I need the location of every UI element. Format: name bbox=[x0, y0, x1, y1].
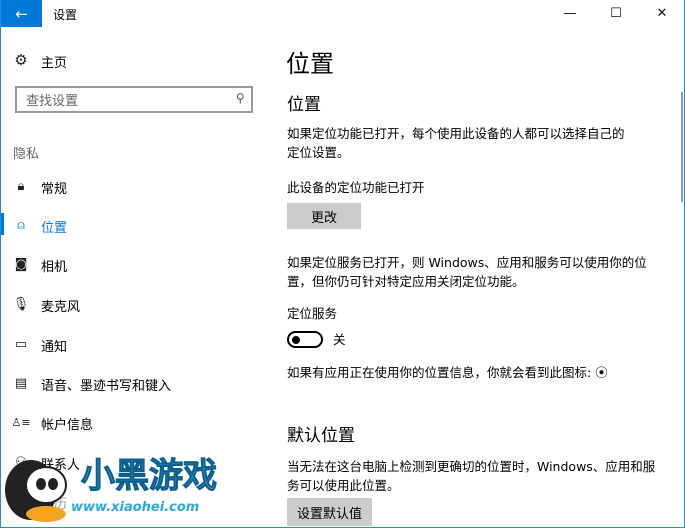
search-icon: ⚲ bbox=[236, 91, 245, 105]
sidebar-item-microphone[interactable]: 麦克风 bbox=[41, 296, 80, 315]
speech-icon: ▤ bbox=[14, 375, 28, 391]
location-service-toggle[interactable] bbox=[287, 331, 323, 348]
icon-hint-text: 如果有应用正在使用你的位置信息，你就会看到此图标: bbox=[287, 365, 592, 380]
toggle-state: 关 bbox=[333, 332, 346, 347]
sidebar-item-notifications[interactable]: 通知 bbox=[41, 336, 67, 355]
location-description: 如果定位功能已打开，每个使用此设备的人都可以选择自己的定位设置。 bbox=[287, 126, 625, 160]
settings-window: ← 设置 — ☐ ✕ ⚙ 主页 查找设置 ⚲ 隐私 🔒︎ 常规 ⍝ 位置 ◙ 相机… bbox=[0, 0, 685, 528]
microphone-icon: 🎙︎ bbox=[12, 296, 30, 312]
section-title-default-location: 默认位置 bbox=[287, 426, 355, 446]
notification-icon: ▭ bbox=[14, 336, 28, 352]
default-location-description: 当无法在这台电脑上检测到更确切的位置时，Windows、应用和服务可以使用此位置… bbox=[287, 459, 656, 493]
sidebar-item-camera[interactable]: 相机 bbox=[41, 256, 67, 275]
back-button[interactable]: ← bbox=[1, 0, 42, 27]
section-title-location: 位置 bbox=[287, 95, 321, 115]
account-info-icon: ♙≡ bbox=[11, 415, 31, 429]
location-icon: ⍝ bbox=[17, 217, 25, 233]
device-location-status: 此设备的定位功能已打开 bbox=[287, 180, 425, 195]
selection-indicator bbox=[1, 213, 4, 235]
gear-icon: ⚙ bbox=[14, 51, 28, 69]
sidebar-item-general[interactable]: 常规 bbox=[41, 178, 67, 197]
close-button[interactable]: ✕ bbox=[639, 0, 684, 27]
watermark-url: www.xiaohei.com bbox=[71, 500, 200, 515]
page-title: 位置 bbox=[286, 50, 334, 78]
sidebar-item-speech[interactable]: 语音、墨迹书写和键入 bbox=[41, 375, 171, 394]
location-icon-hint: 如果有应用正在使用你的位置信息，你就会看到此图标: ⦿ bbox=[287, 363, 608, 382]
window-title: 设置 bbox=[53, 8, 78, 22]
back-arrow-icon: ← bbox=[15, 4, 28, 23]
sidebar-item-account-info[interactable]: 帐户信息 bbox=[41, 414, 93, 433]
watermark-brand: 小黑游戏 bbox=[81, 456, 218, 497]
watermark-logo: 小黑游戏 www.xiaohei.com bbox=[1, 440, 218, 527]
location-in-use-icon: ⦿ bbox=[595, 365, 608, 380]
maximize-button[interactable]: ☐ bbox=[593, 0, 639, 27]
camera-icon: ◙ bbox=[14, 256, 28, 272]
lock-icon: 🔒︎ bbox=[17, 178, 25, 194]
sidebar-home[interactable]: 主页 bbox=[41, 52, 67, 71]
scrollbar[interactable] bbox=[681, 92, 683, 202]
section-header-privacy: 隐私 bbox=[13, 147, 40, 162]
sidebar-item-location[interactable]: 位置 bbox=[41, 217, 67, 236]
change-button[interactable]: 更改 bbox=[287, 203, 361, 229]
minimize-button[interactable]: — bbox=[547, 0, 593, 27]
location-service-label: 定位服务 bbox=[287, 306, 338, 321]
set-default-button[interactable]: 设置默认值 bbox=[287, 498, 372, 526]
search-placeholder: 查找设置 bbox=[26, 94, 79, 109]
location-service-description: 如果定位服务已打开，则 Windows、应用和服务可以使用你的位置，但你仍可针对… bbox=[287, 255, 647, 289]
search-input[interactable]: 查找设置 ⚲ bbox=[15, 86, 253, 113]
